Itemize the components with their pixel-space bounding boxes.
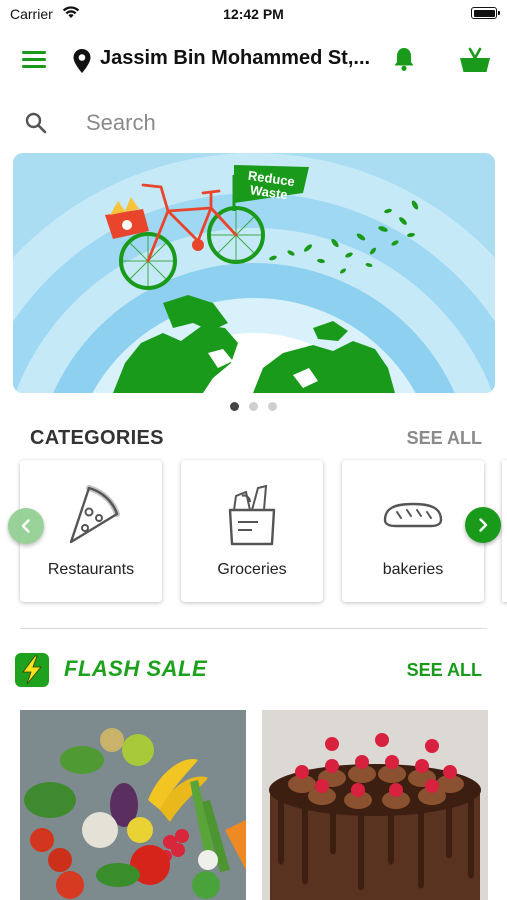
bread-loaf-icon (342, 482, 484, 551)
promo-banner[interactable]: Reduce Waste (13, 153, 495, 393)
categories-prev-button[interactable] (8, 508, 44, 544)
status-bar: Carrier 12:42 PM (0, 0, 507, 28)
flash-sale-item-vegetables[interactable] (20, 710, 246, 900)
category-label: Restaurants (47, 561, 135, 578)
chevron-left-icon (21, 519, 30, 533)
delivery-address[interactable]: Jassim Bin Mohammed St,... (100, 47, 370, 70)
carousel-dot-2[interactable] (249, 402, 258, 411)
categories-heading: CATEGORIES (30, 427, 164, 449)
search-bar (0, 100, 507, 148)
grocery-bag-icon (181, 482, 323, 551)
carousel-pagination (0, 402, 507, 411)
location-pin-icon (72, 48, 92, 79)
top-bar: Jassim Bin Mohammed St,... (0, 38, 507, 82)
search-input[interactable] (86, 106, 476, 140)
lightning-bolt-icon (15, 653, 49, 692)
categories-carousel: Restaurants Groceries bakeries (0, 458, 507, 608)
flash-sale-see-all-link[interactable]: SEE ALL (407, 660, 482, 681)
search-icon[interactable] (24, 111, 48, 140)
category-card-groceries[interactable]: Groceries (181, 460, 323, 602)
flash-sale-heading: FLASH SALE (64, 656, 208, 681)
category-card-next-partial[interactable] (502, 460, 507, 602)
category-label: bakeries (382, 561, 444, 578)
carousel-dot-1[interactable] (230, 402, 239, 411)
category-label: Groceries (217, 561, 287, 578)
chocolate-cake-photo (262, 710, 488, 900)
chevron-right-icon (479, 518, 488, 532)
vegetables-photo (20, 710, 246, 900)
notification-bell-icon[interactable] (392, 46, 416, 77)
carousel-dot-3[interactable] (268, 402, 277, 411)
reduce-waste-illustration: Reduce Waste (13, 153, 495, 393)
status-time: 12:42 PM (223, 6, 284, 22)
category-card-bakeries[interactable]: bakeries (342, 460, 484, 602)
hamburger-menu-icon[interactable] (22, 51, 46, 69)
shopping-basket-icon[interactable] (459, 46, 491, 79)
categories-see-all-link[interactable]: SEE ALL (407, 428, 482, 449)
categories-next-button[interactable] (465, 507, 501, 543)
flash-sale-item-cake[interactable] (262, 710, 488, 900)
section-divider (20, 628, 487, 629)
battery-icon (471, 7, 500, 19)
